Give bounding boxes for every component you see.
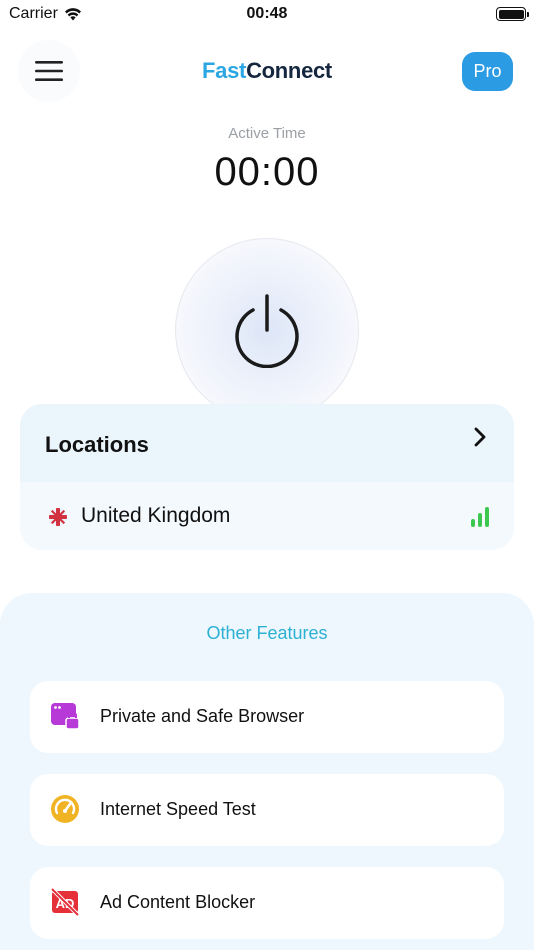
brand-part-connect: Connect [246, 58, 332, 83]
brand-part-fast: Fast [202, 58, 247, 83]
signal-strength-icon [471, 505, 491, 527]
active-time-label: Active Time [228, 125, 306, 142]
other-features-title: Other Features [206, 623, 328, 643]
power-icon [235, 294, 299, 368]
feature-label: Internet Speed Test [100, 799, 256, 819]
uk-flag-icon [49, 508, 67, 526]
location-name: United Kingdom [81, 504, 231, 527]
locations-title: Locations [45, 432, 149, 457]
active-time-value: 00:00 [214, 150, 320, 194]
feature-ad-blocker[interactable]: AD Ad Content Blocker [30, 867, 504, 939]
locations-header[interactable]: Locations [20, 404, 514, 482]
pro-button[interactable]: Pro [462, 52, 513, 91]
feature-label: Private and Safe Browser [100, 706, 305, 726]
ad-block-icon: AD [50, 887, 80, 917]
header: FastConnect Pro [0, 40, 534, 102]
locations-card: Locations United Kingdom [20, 404, 514, 550]
selected-location-row[interactable]: United Kingdom [20, 482, 514, 550]
status-bar: Carrier 00:48 [0, 0, 534, 30]
feature-speed-test[interactable]: Internet Speed Test [30, 774, 504, 846]
app-logo: FastConnect [0, 58, 534, 84]
connect-power-button[interactable] [175, 238, 359, 422]
status-time: 00:48 [246, 5, 288, 22]
battery-icon [496, 7, 529, 21]
feature-label: Ad Content Blocker [100, 892, 256, 912]
feature-private-browser[interactable]: Private and Safe Browser [30, 681, 504, 753]
private-browser-icon [51, 703, 80, 730]
speedometer-icon [51, 795, 79, 823]
chevron-right-icon [474, 427, 486, 447]
other-features-panel: Other Features Private and Safe Browser … [0, 593, 534, 950]
